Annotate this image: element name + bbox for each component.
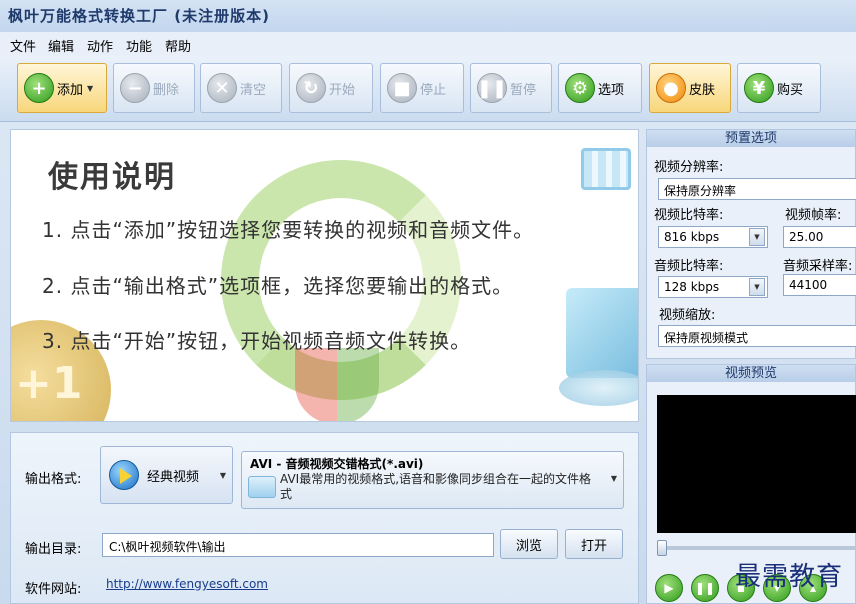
start-button[interactable]: ↻ 开始	[289, 63, 373, 113]
delete-button[interactable]: − 删除	[113, 63, 195, 113]
website-label: 软件网站:	[25, 582, 82, 597]
scale-label: 视频缩放:	[659, 308, 716, 323]
instruction-title: 使用说明	[48, 160, 176, 195]
options-icon: ⚙	[565, 73, 595, 103]
format-title: AVI - 音频视频交错格式(*.avi)	[250, 457, 424, 471]
chevron-down-icon: ▼	[87, 83, 94, 93]
preview-header: 视频预览	[647, 365, 855, 382]
scale-select[interactable]: 保持原视频模式	[658, 325, 856, 347]
samplerate-input[interactable]: 44100	[783, 274, 856, 296]
chevron-down-icon: ▼	[610, 474, 617, 483]
refresh-icon: ↻	[296, 73, 326, 103]
coin-badge-text: +1	[15, 358, 83, 409]
slider-thumb[interactable]	[657, 540, 667, 556]
clear-button[interactable]: ✕ 清空	[200, 63, 282, 113]
options-button[interactable]: ⚙ 选项	[558, 63, 642, 113]
menu-bar: 文件 编辑 动作 功能 帮助	[0, 32, 856, 56]
film-icon	[581, 148, 631, 190]
instruction-panel: +1 使用说明 1. 点击“添加”按钮选择您要转换的视频和音频文件。 2. 点击…	[10, 129, 639, 422]
menu-file[interactable]: 文件	[10, 36, 36, 55]
window-title: 枫叶万能格式转换工厂 (未注册版本)	[8, 7, 270, 25]
chevron-down-icon[interactable]: ▼	[749, 278, 765, 296]
format-description: AVI最常用的视频格式,语音和影像同步组合在一起的文件格式	[280, 472, 592, 501]
cart-icon: ¥	[744, 73, 774, 103]
shield-icon	[295, 348, 379, 421]
chevron-down-icon[interactable]: ▼	[749, 228, 765, 246]
samplerate-label: 音频采样率:	[783, 259, 853, 274]
plus-icon: +	[24, 73, 54, 103]
menu-function[interactable]: 功能	[126, 36, 152, 55]
preset-panel: 预置选项 视频分辨率: 保持原分辨率 视频比特率: 视频帧率: 816 kbps…	[646, 129, 856, 359]
menu-help[interactable]: 帮助	[165, 36, 191, 55]
play-icon	[109, 460, 139, 490]
play-icon[interactable]: ▶	[655, 574, 683, 602]
buy-button[interactable]: ¥ 购买	[737, 63, 821, 113]
resolution-select[interactable]: 保持原分辨率	[658, 178, 856, 200]
framerate-input[interactable]: 25.00	[783, 226, 856, 248]
folder-icon	[248, 476, 276, 498]
instruction-step-3: 3. 点击“开始”按钮，开始视频音频文件转换。	[42, 329, 472, 353]
resolution-label: 视频分辨率:	[654, 160, 724, 175]
menu-action[interactable]: 动作	[87, 36, 113, 55]
video-preview-screen	[657, 395, 856, 533]
pause-icon[interactable]: ❚❚	[691, 574, 719, 602]
menu-edit[interactable]: 编辑	[48, 36, 74, 55]
skin-button[interactable]: ● 皮肤	[649, 63, 731, 113]
format-category-button[interactable]: 经典视频 ▼	[100, 446, 233, 504]
framerate-label: 视频帧率:	[785, 208, 842, 223]
minus-icon: −	[120, 73, 150, 103]
instruction-step-2: 2. 点击“输出格式”选项框，选择您要输出的格式。	[42, 274, 514, 298]
video-bitrate-label: 视频比特率:	[654, 208, 724, 223]
website-link[interactable]: http://www.fengyesoft.com	[106, 577, 268, 591]
monitor-base-icon	[559, 370, 638, 406]
browse-button[interactable]: 浏览	[500, 529, 558, 559]
open-button[interactable]: 打开	[565, 529, 623, 559]
output-format-select[interactable]: AVI - 音频视频交错格式(*.avi) AVI最常用的视频格式,语音和影像同…	[241, 451, 624, 509]
title-bar: 枫叶万能格式转换工厂 (未注册版本)	[0, 0, 856, 32]
preset-header: 预置选项	[647, 130, 855, 147]
output-panel: 输出格式: 经典视频 ▼ AVI - 音频视频交错格式(*.avi) AVI最常…	[10, 432, 639, 604]
watermark: 最需教育	[735, 562, 844, 592]
output-dir-input[interactable]: C:\枫叶视频软件\输出	[102, 533, 494, 557]
chevron-down-icon: ▼	[219, 471, 226, 480]
pause-icon: ❚❚	[477, 73, 507, 103]
audio-bitrate-label: 音频比特率:	[654, 259, 724, 274]
stop-icon: ■	[387, 73, 417, 103]
output-dir-label: 输出目录:	[25, 542, 82, 557]
monitor-icon	[566, 288, 638, 378]
output-format-label: 输出格式:	[25, 472, 82, 487]
pause-button[interactable]: ❚❚ 暂停	[470, 63, 552, 113]
preview-seek-slider[interactable]	[657, 540, 856, 556]
apple-icon: ●	[656, 73, 686, 103]
stop-button[interactable]: ■ 停止	[380, 63, 464, 113]
instruction-step-1: 1. 点击“添加”按钮选择您要转换的视频和音频文件。	[42, 218, 535, 242]
toolbar: + 添加 ▼ − 删除 ✕ 清空 ↻ 开始 ■ 停止 ❚❚ 暂停 ⚙ 选项 ● …	[0, 56, 856, 122]
add-button[interactable]: + 添加 ▼	[17, 63, 107, 113]
close-icon: ✕	[207, 73, 237, 103]
